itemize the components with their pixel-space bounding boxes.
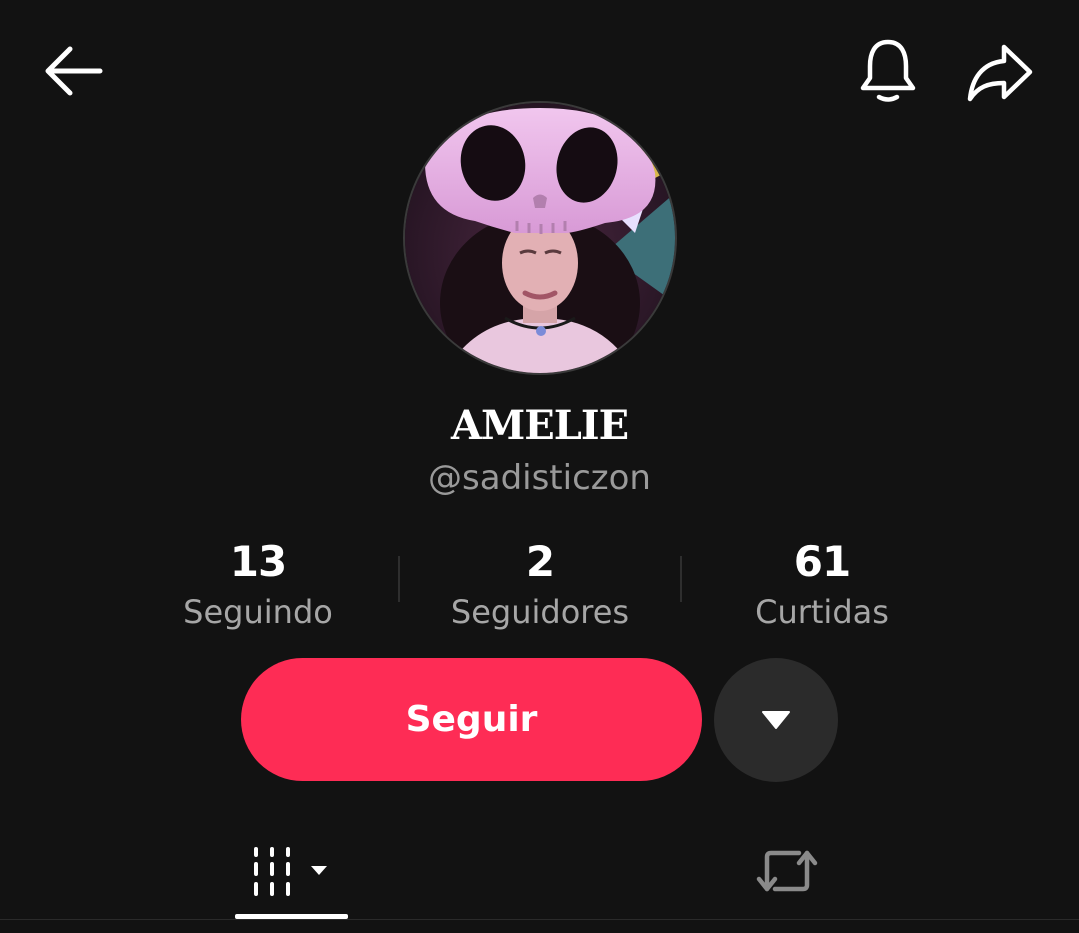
share-button[interactable] [962,36,1038,108]
stat-followers[interactable]: 2 Seguidores [400,534,680,634]
follow-button[interactable]: Seguir [241,658,702,781]
tab-videos[interactable] [236,822,348,920]
stat-following[interactable]: 13 Seguindo [118,534,398,634]
profile-photo [405,103,675,373]
bell-icon [860,39,916,102]
tab-bar-divider [0,919,1079,920]
tab-reposts[interactable] [736,822,838,920]
notification-button[interactable] [852,32,924,108]
followers-label: Seguidores [450,593,630,631]
avatar[interactable] [405,103,675,373]
more-options-button[interactable] [714,658,838,782]
following-label: Seguindo [183,593,333,631]
repost-icon [756,850,818,892]
display-name: AMELIE [450,402,629,449]
video-grid-icon [254,847,327,896]
share-arrow-icon [967,44,1033,102]
likes-label: Curtidas [755,593,889,631]
username: @sadisticzon [428,458,651,498]
arrow-left-icon [45,46,103,96]
followers-count: 2 [525,537,555,586]
likes-count: 61 [793,537,851,586]
stat-likes[interactable]: 61 Curtidas [682,534,962,634]
triangle-down-icon [762,711,790,729]
following-count: 13 [229,537,287,586]
back-button[interactable] [38,38,110,104]
